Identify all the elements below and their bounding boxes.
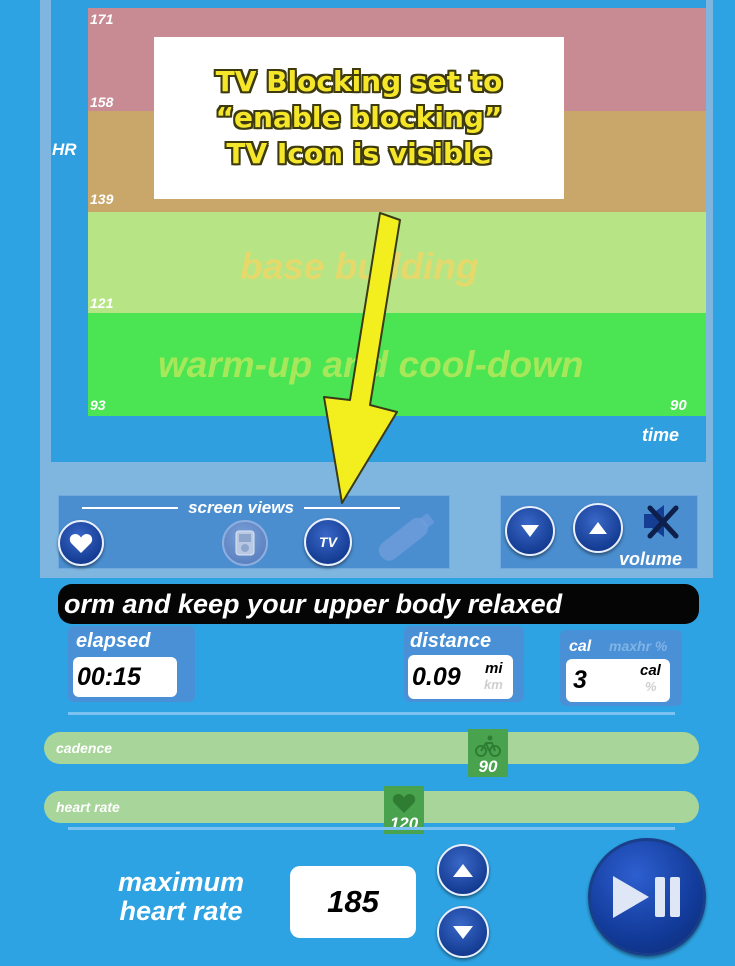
hr-tick-171: 171 <box>90 11 114 27</box>
ipod-icon <box>235 530 255 556</box>
heart-rate-value: 120 <box>389 814 419 833</box>
divider <box>68 712 675 715</box>
usb-icon[interactable] <box>370 508 440 568</box>
volume-down-icon <box>521 525 539 537</box>
volume-down-button[interactable] <box>505 506 555 556</box>
distance-unit-km-toggle[interactable]: km <box>484 677 503 692</box>
heart-rate-slider-track[interactable] <box>44 791 699 823</box>
volume-label: volume <box>619 549 683 569</box>
volume-up-button[interactable] <box>573 503 623 553</box>
coaching-message-bar: orm and keep your upper body relaxed <box>58 584 699 624</box>
music-player-view-button[interactable] <box>222 520 268 566</box>
max-heart-rate-label: maximum heart rate <box>117 867 245 926</box>
calories-label[interactable]: cal <box>569 638 591 656</box>
distance-unit-mi-toggle[interactable]: mi <box>485 660 503 677</box>
screen-views-title: screen views <box>82 498 401 518</box>
calories-unit-toggle[interactable]: cal <box>640 662 661 679</box>
heart-icon <box>392 793 416 813</box>
time-axis-label: time <box>642 425 680 445</box>
maxhr-percent-label[interactable]: maxhr % <box>609 638 667 654</box>
max-heart-rate-value: 185 <box>290 866 416 938</box>
hr-tick-121: 121 <box>90 295 114 311</box>
arrow-up-icon <box>453 863 473 877</box>
time-end-tick: 90 <box>670 397 687 414</box>
bicycle-icon <box>475 735 501 757</box>
max-heart-rate-down-button[interactable] <box>437 906 489 958</box>
mute-icon[interactable] <box>636 500 684 542</box>
volume-up-icon <box>589 522 607 534</box>
cadence-slider-thumb[interactable]: 90 <box>468 729 508 777</box>
max-heart-rate-up-button[interactable] <box>437 844 489 896</box>
cadence-label: cadence <box>56 740 113 756</box>
screen-views-label: screen views <box>188 498 294 517</box>
hr-axis-label: HR <box>52 140 77 159</box>
annotation-callout: TV Blocking set to “enable blocking” TV … <box>154 37 564 199</box>
tv-view-button[interactable]: TV <box>304 518 352 566</box>
elapsed-label: elapsed <box>76 630 151 652</box>
play-pause-icon <box>613 876 680 918</box>
hr-tick-93: 93 <box>90 397 106 413</box>
percent-unit-toggle[interactable]: % <box>645 679 657 694</box>
divider <box>68 827 675 830</box>
distance-label: distance <box>410 630 492 652</box>
cadence-slider-track[interactable] <box>44 732 699 764</box>
hr-tick-158: 158 <box>90 94 114 110</box>
zone-label-warm-up: warm-up and cool-down <box>158 344 584 385</box>
heart-icon <box>69 533 93 553</box>
callout-line-2: “enable blocking” <box>215 101 503 134</box>
heart-rate-label: heart rate <box>56 799 120 815</box>
callout-line-1: TV Blocking set to <box>215 65 503 98</box>
arrow-down-icon <box>453 925 473 939</box>
title-rule-left <box>82 507 179 509</box>
callout-line-3: TV Icon is visible <box>226 137 492 170</box>
zone-label-base-building: base building <box>240 246 479 287</box>
tv-icon: TV <box>319 534 337 550</box>
elapsed-value: 00:15 <box>73 657 177 697</box>
heart-view-button[interactable] <box>58 520 104 566</box>
play-pause-button[interactable] <box>588 838 706 956</box>
cadence-value: 90 <box>478 757 498 776</box>
hr-tick-139: 139 <box>90 191 114 207</box>
